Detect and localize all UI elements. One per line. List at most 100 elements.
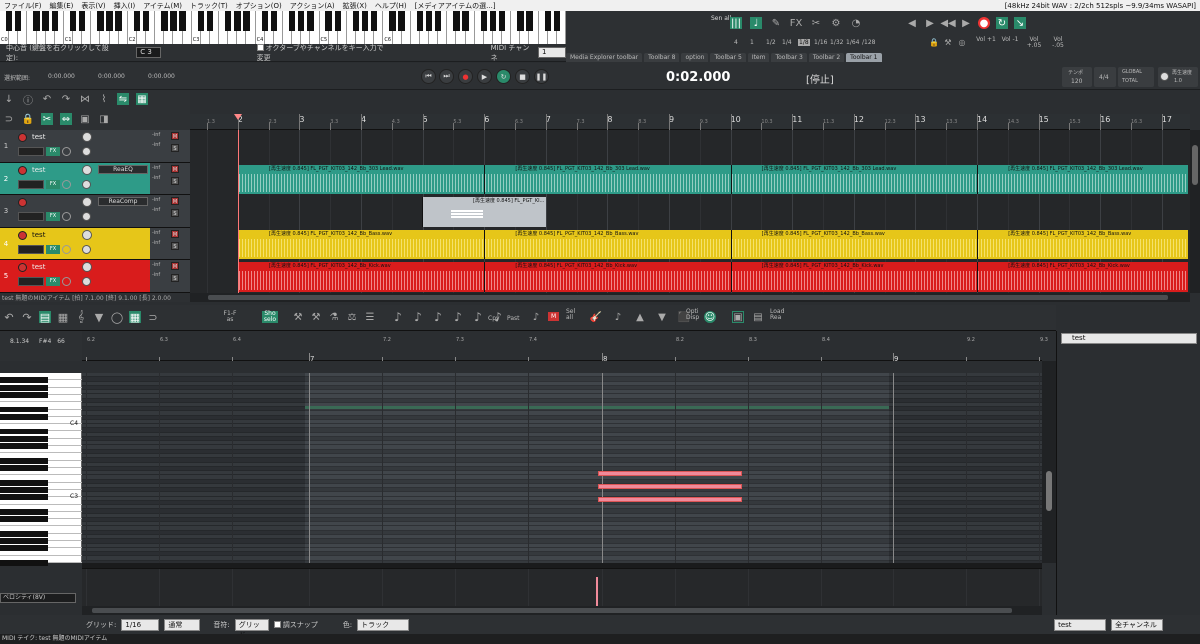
ruler-mark[interactable]: 1.3 [207, 119, 215, 125]
black-key[interactable] [197, 11, 205, 31]
piano-black-key[interactable] [0, 560, 48, 566]
ruler-mark[interactable]: 10 [731, 115, 741, 124]
piano-black-key[interactable] [0, 384, 48, 391]
mute-button[interactable]: M [171, 197, 179, 205]
record-icon[interactable]: ● [978, 17, 990, 29]
envelope-icon[interactable]: ⌇ [98, 93, 110, 105]
snap-icon[interactable]: ⊃ [3, 113, 15, 125]
piano-black-key[interactable] [0, 516, 48, 523]
media-item[interactable]: [再生速度 0.845] FL_PGT_KIT03_142_Bb_303 Lea… [238, 165, 485, 194]
grid-button[interactable]: /128 [862, 39, 875, 46]
solo-button[interactable]: S [171, 242, 179, 250]
black-key[interactable] [69, 11, 77, 31]
ruler-mark[interactable]: 10.3 [761, 119, 772, 125]
piano-roll-vscroll[interactable] [1042, 361, 1056, 563]
tempo-box[interactable]: テンポ 120 [1062, 67, 1092, 87]
midi-channel-select[interactable]: 1 [538, 47, 566, 58]
media-item[interactable]: [再生速度 0.845] FL_PGT_KIT03_142_Bb_303 Lea… [977, 165, 1188, 194]
play-icon[interactable]: ▶ [960, 17, 972, 29]
info-icon[interactable]: ⓘ [22, 93, 34, 107]
ruler-mark[interactable]: 12 [854, 115, 864, 124]
io-button[interactable] [18, 245, 44, 254]
download-icon[interactable]: ↓ [3, 93, 15, 105]
media-item[interactable]: [再生速度 0.845] FL_PGT_KIT03_142_Bb_Kick.wa… [484, 262, 731, 292]
midi-extra-icon[interactable]: ▲ [634, 311, 646, 323]
edit-tool-icon[interactable]: ⚖ [346, 311, 358, 323]
fx-icon[interactable]: FX [790, 17, 803, 29]
menu-item[interactable]: アクション(A) [286, 1, 339, 11]
velocity-lane-select[interactable]: ベロシティ(8V) [0, 593, 76, 603]
media-item[interactable]: [再生速度 0.845] FL_PGT_KIT03_142_Bb_Bass.wa… [730, 230, 978, 259]
io-button[interactable] [18, 212, 44, 221]
grid-button[interactable]: 1/8 [798, 39, 810, 46]
toolbar-tab[interactable]: Toolbar 1 [846, 53, 882, 62]
selection-end[interactable]: 0:00.000 [98, 73, 125, 80]
track-select[interactable]: test [1054, 618, 1107, 631]
undo-icon[interactable]: ↶ [41, 93, 53, 105]
midi-ruler-mark[interactable]: 7 [310, 355, 314, 363]
rewind-icon[interactable]: ◀◀ [940, 17, 955, 29]
edit-tool-icon[interactable]: ⚗ [328, 311, 340, 323]
ruler-mark[interactable]: 14.3 [1008, 119, 1019, 125]
midi-ruler-mark[interactable]: 7.3 [456, 337, 464, 343]
media-item[interactable]: [再生速度 0.845] FL_PGT_KIT03_142_Bb_Kick.wa… [977, 262, 1188, 292]
pan-knob[interactable] [82, 277, 91, 286]
midi-tool-button[interactable]: F1-F as [222, 311, 238, 323]
pan-knob[interactable] [82, 245, 91, 254]
toolbar-tab[interactable]: Toolbar 3 [771, 53, 807, 62]
record-button[interactable]: ● [458, 69, 473, 84]
media-item[interactable]: [再生速度 0.845] FL_PGT_KIT03_142_Bb_Kick.wa… [730, 262, 978, 292]
toolbar-tab[interactable]: Media Explorer toolbar [566, 53, 643, 62]
note-length-icon[interactable]: ♪ [392, 310, 404, 324]
arrange-view[interactable]: [再生速度 0.845] FL_PGT_KIT03_142_Bb_303 Lea… [190, 130, 1194, 293]
vol-button[interactable]: Vol +.05 [1024, 37, 1044, 49]
black-key[interactable] [389, 11, 396, 31]
note-length-icon[interactable]: ♪ [432, 310, 444, 324]
midi-tool-button[interactable]: Sho selo [262, 311, 278, 323]
ruler-mark[interactable]: 6.3 [515, 119, 523, 125]
key-snap-checkbox[interactable]: 調スナップ [273, 620, 318, 630]
grid-button[interactable]: 1/64 [846, 39, 859, 46]
io-button[interactable] [18, 147, 44, 156]
item-icon[interactable]: ▣ [79, 113, 91, 125]
grid-button[interactable]: 4 [734, 39, 738, 46]
toolbar-tab[interactable]: option [681, 53, 709, 62]
fx-slot[interactable]: ReaEQ [98, 165, 148, 174]
grid-button[interactable]: 1/32 [830, 39, 843, 46]
track-name[interactable]: test [32, 133, 45, 141]
menu-item[interactable]: 編集(E) [46, 1, 78, 11]
black-key[interactable] [544, 11, 551, 31]
toolbar-tab[interactable]: Toolbar 8 [644, 53, 680, 62]
ruler-mark[interactable]: 8.3 [638, 119, 646, 125]
grid-icon[interactable]: ▦ [136, 93, 148, 105]
select-all-button[interactable]: Sel all [566, 309, 578, 321]
grid-button[interactable]: 1 [750, 39, 754, 46]
play-button[interactable]: ▶ [477, 69, 492, 84]
lock-icon[interactable]: 🔒 [22, 113, 34, 125]
color-select[interactable]: トラック [357, 618, 410, 631]
midi-ruler-mark[interactable]: 9 [894, 355, 898, 363]
pencil-icon[interactable]: ✎ [770, 17, 782, 29]
selection-length[interactable]: 0:00.000 [148, 73, 175, 80]
track-name[interactable]: test [32, 263, 45, 271]
io-button[interactable] [18, 277, 44, 286]
black-key[interactable] [243, 11, 250, 31]
ruler-mark[interactable]: 13 [915, 115, 925, 124]
stop-button[interactable]: ■ [515, 69, 530, 84]
mute-button[interactable]: M [171, 262, 179, 270]
options-button[interactable]: Opti Disp [686, 309, 702, 321]
toolbar-tab[interactable]: Item [747, 53, 770, 62]
media-item[interactable]: [再生速度 0.845] FL_PGT_KIT03_142_Bb_Bass.wa… [977, 230, 1188, 259]
black-key[interactable] [334, 11, 341, 31]
menu-item[interactable]: アイテム(M) [139, 1, 186, 11]
menu-item[interactable]: トラック(T) [186, 1, 232, 11]
midi-ruler-mark[interactable]: 8.4 [822, 337, 830, 343]
ruler-mark[interactable]: 16.3 [1131, 119, 1142, 125]
track-header[interactable]: 4 test FX -inf -inf M S [0, 228, 190, 260]
ruler-mark[interactable]: 17 [1162, 115, 1172, 124]
black-key[interactable] [106, 11, 113, 31]
search-icon[interactable]: ◯ [111, 311, 123, 324]
midi-extra-icon[interactable]: ▼ [656, 311, 668, 323]
piano-roll[interactable] [82, 373, 1042, 565]
grid-button[interactable]: 1/2 [766, 39, 776, 46]
